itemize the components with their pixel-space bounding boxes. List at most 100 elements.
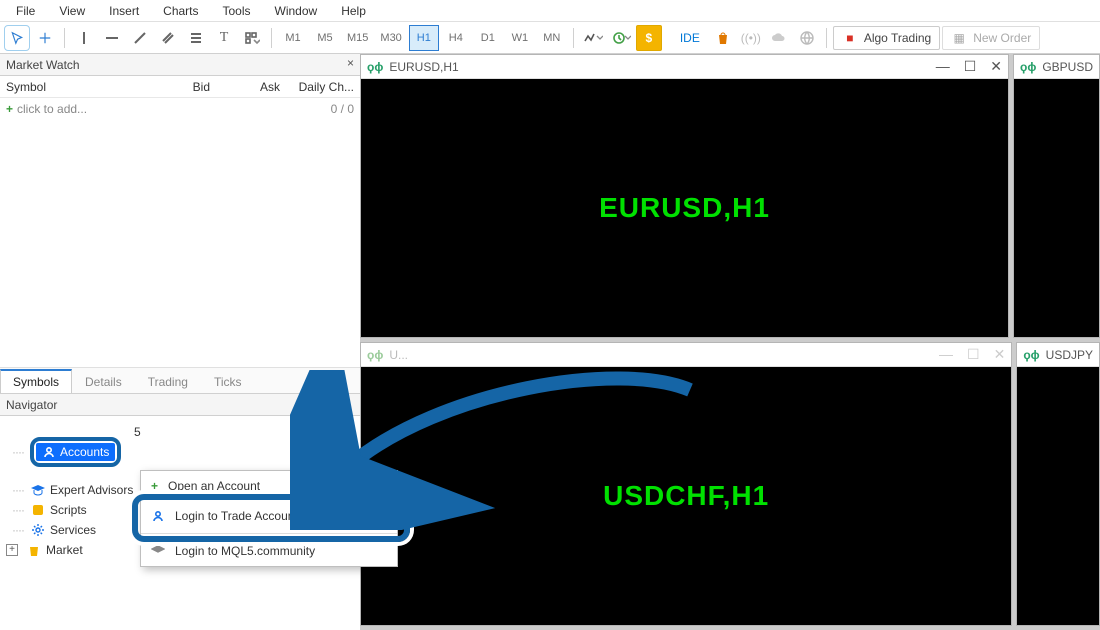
maximize-icon[interactable]: ☐ [967,346,980,363]
tree-connector: ···· [12,503,24,517]
tf-h4[interactable]: H4 [441,25,471,51]
ide-button[interactable]: IDE [672,26,708,50]
market-watch-title: Market Watch [6,58,80,72]
objects-dropdown-icon[interactable] [239,25,265,51]
charts-area: ϙɸ EURUSD,H1 — ☐ ✕ EURUSD,H1 ϙɸ GBPUSD [360,54,1100,630]
trendline-icon[interactable] [127,25,153,51]
close-icon[interactable]: ✕ [994,346,1006,363]
ctx-login-mql5[interactable]: Login to MQL5.community [141,536,397,566]
minimize-icon[interactable]: — [936,58,950,75]
col-ask[interactable]: Ask [210,80,280,94]
menu-insert[interactable]: Insert [97,2,151,20]
chart-title-text: GBPUSD [1042,60,1093,74]
tf-mn[interactable]: MN [537,25,567,51]
maximize-icon[interactable]: ☐ [964,58,977,75]
tree-connector: ···· [12,523,24,537]
ctx-open-account[interactable]: + Open an Account Insert [141,471,397,501]
candlestick-icon: ϙɸ [367,60,383,74]
equidistant-channel-icon[interactable] [155,25,181,51]
add-symbol-placeholder: click to add... [17,102,87,116]
navigator-title: Navigator [6,398,57,412]
ctx-open-account-label: Open an Account [168,479,260,493]
menu-charts[interactable]: Charts [151,2,210,20]
horizontal-line-icon[interactable] [99,25,125,51]
menu-window[interactable]: Window [263,2,330,20]
toolbar-separator [64,28,65,48]
tab-details[interactable]: Details [72,370,135,393]
tf-m30[interactable]: M30 [375,25,406,51]
market-watch-body [0,120,360,367]
person-icon [151,509,165,523]
close-icon[interactable]: ✕ [990,58,1002,75]
trading-dollar-icon[interactable]: $ [636,25,662,51]
crosshair-tool-icon[interactable] [32,25,58,51]
col-symbol[interactable]: Symbol [0,80,140,94]
shopping-bag-icon[interactable] [710,25,736,51]
ctx-login-trade-account[interactable]: Login to Trade Account Enter [141,501,397,531]
toolbar-separator [826,28,827,48]
toolbar-separator [573,28,574,48]
tab-symbols[interactable]: Symbols [0,369,72,393]
col-daily-change[interactable]: Daily Ch... [280,80,360,94]
market-watch-header: Market Watch × [0,54,360,76]
tf-m15[interactable]: M15 [342,25,373,51]
tf-h1[interactable]: H1 [409,25,439,51]
market-watch-tabs: Symbols Details Trading Ticks [0,367,360,393]
menu-file[interactable]: File [4,2,47,20]
candlestick-icon: ϙɸ [367,348,383,362]
nav-scripts-label: Scripts [50,503,87,517]
expand-icon[interactable]: + [6,544,18,556]
chart-canvas[interactable]: EURUSD,H1 [361,79,1008,337]
ctx-login-trade-label: Login to Trade Account [175,509,298,523]
navigator-header: Navigator [0,394,360,416]
new-order-button[interactable]: ▦New Order [942,26,1040,50]
tf-m5[interactable]: M5 [310,25,340,51]
chart-symbol-label: USDCHF,H1 [603,480,769,512]
tree-connector: ···· [12,445,24,459]
algo-trading-button[interactable]: ■Algo Trading [833,26,940,50]
chart-title-text: USDJPY [1046,348,1093,362]
vertical-line-icon[interactable] [71,25,97,51]
cloud-icon[interactable] [766,25,792,51]
tf-d1[interactable]: D1 [473,25,503,51]
ctx-login-mql5-label: Login to MQL5.community [175,544,315,558]
menu-help[interactable]: Help [329,2,378,20]
chart-window-gbpusd[interactable]: ϙɸ GBPUSD [1013,54,1100,338]
market-watch-add-row[interactable]: + click to add... 0 / 0 [0,98,360,120]
chart-window-eurusd[interactable]: ϙɸ EURUSD,H1 — ☐ ✕ EURUSD,H1 [360,54,1009,338]
candlestick-icon: ϙɸ [1020,60,1036,74]
minimize-icon[interactable]: — [939,346,953,363]
chart-window-usdjpy[interactable]: ϙɸ USDJPY [1016,342,1100,626]
nav-accounts-label: Accounts [60,445,109,459]
accounts-context-menu: + Open an Account Insert Login to Trade … [140,470,398,567]
new-order-icon: ▦ [951,30,967,46]
indicators-dropdown-icon[interactable] [608,25,634,51]
chart-titlebar[interactable]: ϙɸ GBPUSD [1014,55,1099,79]
chart-titlebar[interactable]: ϙɸ U... — ☐ ✕ [361,343,1011,367]
tf-m1[interactable]: M1 [278,25,308,51]
tab-trading[interactable]: Trading [135,370,201,393]
chart-titlebar[interactable]: ϙɸ USDJPY [1017,343,1099,367]
ctx-shortcut: Insert [357,479,387,493]
candlestick-icon: ϙɸ [1023,348,1039,362]
menu-tools[interactable]: Tools [211,2,263,20]
fibonacci-icon[interactable] [183,25,209,51]
graduation-cap-icon [151,544,165,558]
chart-type-dropdown-icon[interactable] [580,25,606,51]
chart-canvas[interactable] [1014,79,1099,337]
globe-icon[interactable] [794,25,820,51]
menu-view[interactable]: View [47,2,97,20]
col-bid[interactable]: Bid [140,80,210,94]
nav-accounts-row[interactable]: ···· Accounts [4,442,356,462]
nav-root-suffix: 5 [134,425,141,439]
chart-canvas[interactable] [1017,367,1099,625]
tf-w1[interactable]: W1 [505,25,535,51]
tab-ticks[interactable]: Ticks [201,370,255,393]
signals-icon[interactable]: ((•)) [738,25,764,51]
close-icon[interactable]: × [347,56,354,70]
chart-window-usdchf[interactable]: ϙɸ U... — ☐ ✕ USDCHF,H1 [360,342,1012,626]
text-label-icon[interactable]: T [211,25,237,51]
chart-canvas[interactable]: USDCHF,H1 [361,367,1011,625]
cursor-tool-icon[interactable] [4,25,30,51]
chart-titlebar[interactable]: ϙɸ EURUSD,H1 — ☐ ✕ [361,55,1008,79]
